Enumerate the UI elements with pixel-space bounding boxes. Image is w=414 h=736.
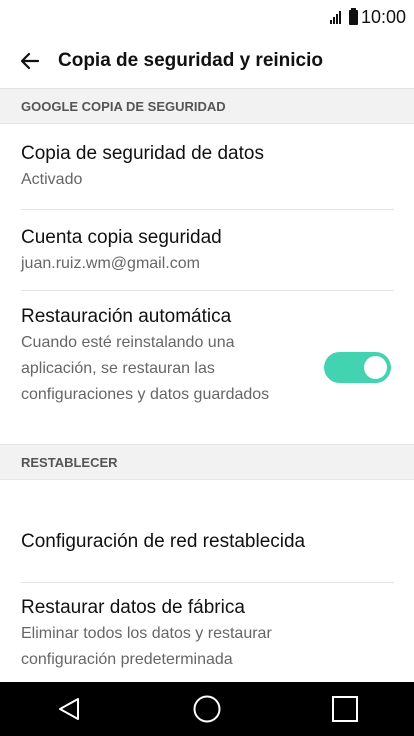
item-subtitle: Eliminar todos los datos y restaurar con… bbox=[21, 625, 272, 668]
item-title: Restauración automática bbox=[21, 306, 232, 327]
item-title: Copia de seguridad de datos bbox=[21, 143, 264, 164]
battery-icon bbox=[348, 7, 358, 25]
clock: 10:00 bbox=[360, 6, 406, 27]
item-title: Configuración de red restablecida bbox=[21, 531, 306, 552]
navigation-bar bbox=[0, 682, 414, 736]
app-bar: Copia de seguridad y reinicio bbox=[0, 34, 414, 88]
item-title: Restaurar datos de fábrica bbox=[21, 597, 245, 618]
item-subtitle: Activado bbox=[21, 171, 83, 188]
back-triangle-icon[interactable] bbox=[39, 682, 99, 736]
recents-square-icon[interactable] bbox=[315, 682, 375, 736]
item-title: Cuenta copia seguridad bbox=[21, 227, 222, 248]
auto-restore-toggle[interactable] bbox=[324, 352, 391, 383]
home-circle-icon[interactable] bbox=[177, 682, 237, 736]
list-item-network-reset[interactable]: Configuración de red restablecida bbox=[21, 529, 394, 555]
list-item-backup-data[interactable]: Copia de seguridad de datos Activado bbox=[21, 141, 394, 193]
divider bbox=[21, 209, 394, 210]
list-item-factory-reset[interactable]: Restaurar datos de fábrica Eliminar todo… bbox=[21, 595, 394, 673]
section-header-reset: RESTABLECER bbox=[0, 444, 414, 480]
page-title: Copia de seguridad y reinicio bbox=[58, 50, 324, 71]
section-header-google-backup: GOOGLE COPIA DE SEGURIDAD bbox=[0, 88, 414, 124]
item-subtitle: juan.ruiz.wm@gmail.com bbox=[21, 255, 200, 272]
list-item-auto-restore[interactable]: Restauración automática Cuando esté rein… bbox=[21, 304, 301, 408]
divider bbox=[21, 582, 394, 583]
status-bar: 10:00 bbox=[0, 0, 414, 34]
signal-icon bbox=[329, 10, 341, 24]
item-subtitle: Cuando esté reinstalando una aplicación,… bbox=[21, 334, 270, 403]
divider bbox=[21, 290, 394, 291]
list-item-backup-account[interactable]: Cuenta copia seguridad juan.ruiz.wm@gmai… bbox=[21, 225, 394, 277]
toggle-knob bbox=[364, 356, 387, 379]
arrow-left-icon[interactable] bbox=[16, 47, 44, 75]
